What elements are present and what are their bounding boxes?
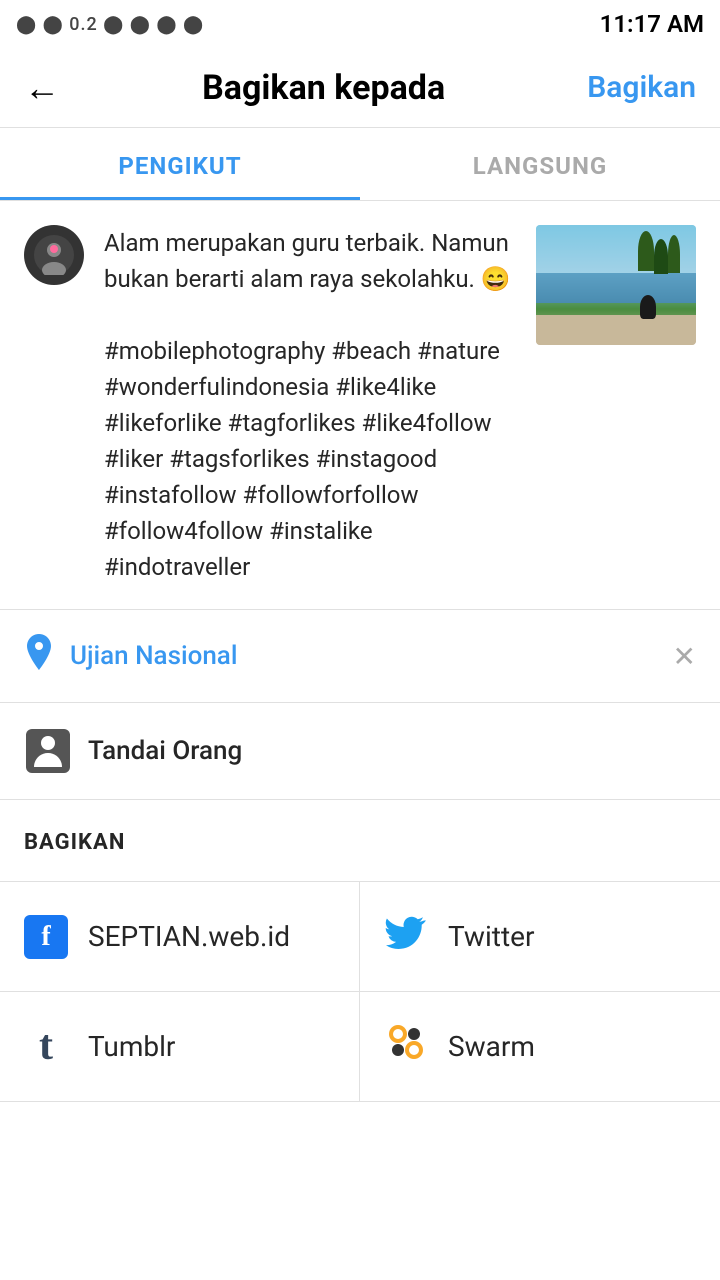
post-caption: Alam merupakan guru terbaik. Namun bukan… <box>104 225 516 585</box>
status-time: 11:17 AM <box>600 10 704 38</box>
facebook-icon: f <box>24 915 68 959</box>
location-icon <box>24 634 54 678</box>
share-swarm[interactable]: Swarm <box>360 992 720 1102</box>
share-grid: f SEPTIAN.web.id Twitter t Tumblr <box>0 881 720 1102</box>
post-text-wrap: Alam merupakan guru terbaik. Namun bukan… <box>104 225 516 585</box>
post-thumbnail <box>536 225 696 345</box>
status-right-icons: 11:17 AM <box>600 10 704 38</box>
back-button[interactable]: ← <box>24 67 60 109</box>
avatar <box>24 225 84 285</box>
top-bar: ← Bagikan kepada Bagikan <box>0 48 720 128</box>
tumblr-label: Tumblr <box>88 1030 175 1063</box>
page-title: Bagikan kepada <box>202 68 445 108</box>
twitter-icon <box>384 910 428 963</box>
swarm-label: Swarm <box>448 1030 535 1063</box>
tab-pengikut[interactable]: PENGIKUT <box>0 128 360 200</box>
share-action-button[interactable]: Bagikan <box>587 70 696 105</box>
tumblr-icon: t <box>24 1025 68 1068</box>
share-section-title: BAGIKAN <box>24 830 696 855</box>
status-icons-text: ⬤ ⬤ 0.2 ⬤ ⬤ ⬤ ⬤ <box>16 14 204 35</box>
tab-langsung[interactable]: LANGSUNG <box>360 128 720 200</box>
tag-people-label: Tandai Orang <box>88 736 242 766</box>
tag-people-icon <box>24 727 72 775</box>
tabs-container: PENGIKUT LANGSUNG <box>0 128 720 201</box>
swarm-icon <box>384 1020 428 1073</box>
share-twitter[interactable]: Twitter <box>360 882 720 992</box>
remove-location-button[interactable]: ✕ <box>673 640 696 673</box>
location-row[interactable]: Ujian Nasional ✕ <box>0 610 720 703</box>
status-left-icons: ⬤ ⬤ 0.2 ⬤ ⬤ ⬤ ⬤ <box>16 14 204 35</box>
twitter-label: Twitter <box>448 920 534 953</box>
share-facebook[interactable]: f SEPTIAN.web.id <box>0 882 360 992</box>
tag-people-row[interactable]: Tandai Orang <box>0 703 720 800</box>
location-name: Ujian Nasional <box>70 641 657 671</box>
status-bar: ⬤ ⬤ 0.2 ⬤ ⬤ ⬤ ⬤ 11:17 AM <box>0 0 720 48</box>
facebook-label: SEPTIAN.web.id <box>88 920 290 953</box>
post-area: Alam merupakan guru terbaik. Namun bukan… <box>0 201 720 610</box>
share-section: BAGIKAN <box>0 800 720 881</box>
share-tumblr[interactable]: t Tumblr <box>0 992 360 1102</box>
